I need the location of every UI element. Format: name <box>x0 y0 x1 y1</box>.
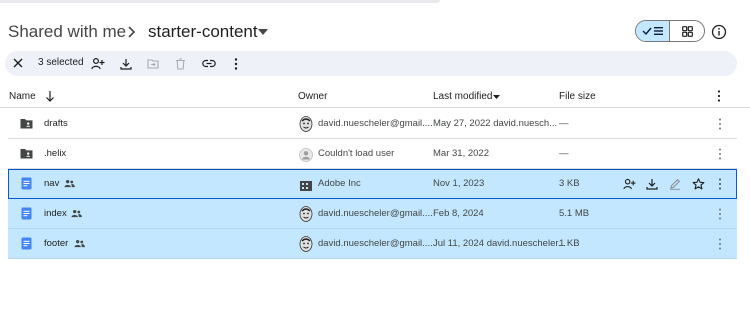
copy-link-button[interactable] <box>201 56 216 71</box>
star-icon <box>692 178 704 190</box>
last-modified: Nov 1, 2023 <box>433 178 485 189</box>
shared-people-icon <box>71 210 82 218</box>
docs-icon <box>21 237 32 250</box>
download-icon <box>119 58 132 70</box>
selection-toolbar: 3 selected <box>5 51 737 76</box>
file-row[interactable]: nav Adobe Inc Nov 1, 2023 3 KB <box>8 169 737 199</box>
last-modified: May 27, 2022 david.nuesch... <box>433 118 557 129</box>
file-size: — <box>559 148 569 159</box>
docs-icon <box>21 177 32 190</box>
pencil-icon <box>670 178 681 190</box>
list-view-button[interactable] <box>636 21 671 41</box>
row-star-button[interactable] <box>691 177 705 191</box>
view-toggle <box>635 20 705 42</box>
move-folder-icon <box>146 59 159 69</box>
move-button[interactable] <box>145 56 160 71</box>
column-header-name[interactable]: Name <box>9 91 36 102</box>
owner-email: david.nuescheler@gmail.... <box>318 118 433 129</box>
chevron-right-icon <box>128 26 136 38</box>
row-rename-button[interactable] <box>668 177 682 191</box>
column-header-row: Name Owner Last modified File size <box>0 84 750 108</box>
file-size: — <box>559 118 569 129</box>
more-vert-icon <box>234 57 237 70</box>
owner-email: david.nuescheler@gmail.... <box>318 208 433 219</box>
header: Shared with me starter-content <box>0 14 750 50</box>
shared-folder-icon <box>20 119 33 129</box>
file-size: 5.1 MB <box>559 208 590 219</box>
more-vert-icon[interactable] <box>716 178 724 190</box>
file-name: nav <box>44 178 60 189</box>
download-button[interactable] <box>118 56 133 71</box>
more-vert-icon[interactable] <box>716 238 724 250</box>
more-vert-icon[interactable] <box>716 208 724 220</box>
shared-people-icon <box>74 240 85 248</box>
delete-button[interactable] <box>173 56 188 71</box>
file-size: 1 KB <box>559 238 580 249</box>
column-options-icon[interactable] <box>717 90 721 102</box>
file-name: drafts <box>44 118 68 129</box>
file-name: footer <box>44 238 69 249</box>
more-vert-icon[interactable] <box>716 118 724 130</box>
more-vert-icon[interactable] <box>716 148 724 160</box>
owner-avatar <box>299 116 313 132</box>
owner-name: Adobe Inc <box>318 178 361 189</box>
file-row[interactable]: drafts david.nuescheler@gmail.... May 27… <box>8 109 737 139</box>
shared-folder-icon <box>20 149 33 159</box>
info-icon[interactable] <box>711 24 727 40</box>
file-row[interactable]: footer david.nuescheler@gmail.... Jul 11… <box>8 229 737 259</box>
more-actions-button[interactable] <box>228 56 243 71</box>
last-modified: Mar 31, 2022 <box>433 148 489 159</box>
breadcrumb-root[interactable]: Shared with me <box>8 22 126 42</box>
column-header-last-modified[interactable]: Last modified <box>433 91 492 102</box>
add-person-icon <box>622 178 635 190</box>
modified-date: Jul 11, 2024 <box>433 238 485 249</box>
trash-icon <box>176 57 185 70</box>
last-modified: Feb 8, 2024 <box>433 208 484 219</box>
owner-name: Couldn't load user <box>318 148 395 159</box>
last-modified: Jul 11, 2024 david.nuescheler... <box>433 238 566 249</box>
modified-by: david.nuescheler... <box>486 238 566 249</box>
selected-count: 3 selected <box>38 57 84 68</box>
caret-down-icon[interactable] <box>493 95 500 99</box>
file-name: index <box>44 208 67 219</box>
unknown-user-icon <box>299 148 313 162</box>
file-row[interactable]: index david.nuescheler@gmail.... Feb 8, … <box>8 199 737 229</box>
breadcrumb-current-folder[interactable]: starter-content <box>148 22 258 42</box>
link-icon <box>201 59 216 68</box>
grid-view-button[interactable] <box>670 21 704 41</box>
modified-date: May 27, 2022 <box>433 118 491 129</box>
arrow-down-icon[interactable] <box>45 90 55 102</box>
caret-down-icon[interactable] <box>258 29 268 35</box>
modified-by: david.nuesch... <box>493 118 558 129</box>
owner-avatar <box>299 236 313 252</box>
file-name: .helix <box>44 148 67 159</box>
add-person-icon <box>90 57 104 70</box>
check-list-icon <box>642 27 663 36</box>
column-header-owner[interactable]: Owner <box>298 91 327 102</box>
owner-avatar <box>299 206 313 222</box>
shared-people-icon <box>64 180 75 188</box>
row-share-button[interactable] <box>622 177 636 191</box>
row-download-button[interactable] <box>645 177 659 191</box>
shared-drive-icon <box>300 181 312 191</box>
file-row[interactable]: .helix Couldn't load user Mar 31, 2022 — <box>8 139 737 169</box>
owner-email: david.nuescheler@gmail.... <box>318 238 433 249</box>
download-icon <box>646 179 658 190</box>
file-size: 3 KB <box>559 178 580 189</box>
column-header-file-size[interactable]: File size <box>559 91 596 102</box>
close-icon[interactable] <box>12 57 24 69</box>
share-button[interactable] <box>90 56 105 71</box>
docs-icon <box>21 207 32 220</box>
top-strip <box>0 0 440 3</box>
grid-icon <box>681 25 693 37</box>
